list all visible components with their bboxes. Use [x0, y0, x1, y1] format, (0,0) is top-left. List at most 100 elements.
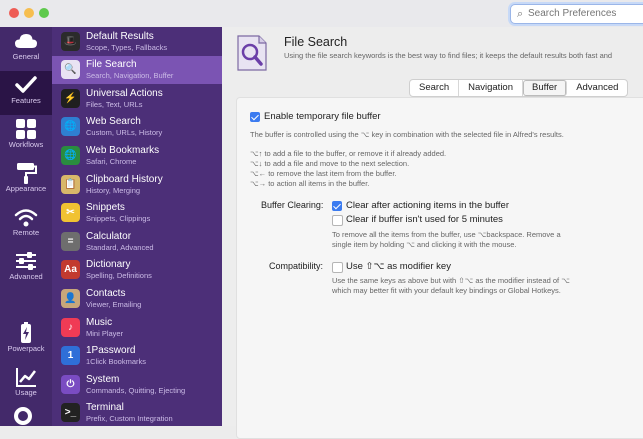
shortcut-line: ⌥↓ to add a file and move to the next se…	[250, 159, 410, 168]
tab-search[interactable]: Search	[410, 80, 460, 96]
rail-label: Workflows	[8, 140, 44, 149]
feature-title: Web Bookmarks	[86, 144, 160, 156]
rail-item-features[interactable]: Features	[0, 71, 52, 115]
feature-title: Snippets	[86, 202, 125, 214]
tab-advanced[interactable]: Advanced	[567, 80, 627, 96]
buffer-clearing-label: Buffer Clearing:	[261, 200, 324, 210]
feature-item-contacts[interactable]: 👤 Contacts Viewer, Emailing	[52, 285, 222, 313]
modifier-key-label[interactable]: Use ⇧⌥ as modifier key	[346, 261, 451, 272]
feature-title: 1Password	[86, 345, 136, 357]
feature-title: Dictionary	[86, 259, 131, 271]
shortcut-line: ⌥→ to action all items in the buffer.	[250, 179, 370, 188]
feature-subtitle: Mini Player	[86, 328, 124, 338]
feature-title: Music	[86, 316, 113, 328]
dictionary-icon: Aa	[61, 260, 80, 280]
feature-item-universal-actions[interactable]: ⚡ Universal Actions Files, Text, URLs	[52, 85, 222, 113]
title-bar: ⌕	[0, 0, 643, 28]
page-description: Using the file search keywords is the be…	[284, 51, 613, 60]
wifi-icon	[14, 209, 38, 227]
feature-item-clipboard-history[interactable]: 📋 Clipboard History History, Merging	[52, 171, 222, 199]
lifebuoy-icon[interactable]	[14, 407, 32, 425]
zoom-window-button[interactable]	[39, 8, 49, 18]
feature-item-snippets[interactable]: ✂ Snippets Snippets, Clippings	[52, 199, 222, 227]
search-icon: ⌕	[517, 8, 524, 20]
music-icon: ♪	[61, 317, 80, 337]
feature-subtitle: Scope, Types, Fallbacks	[86, 42, 168, 52]
feature-title: Web Search	[86, 116, 141, 128]
category-rail: General Features Workflows Appearance Re…	[0, 27, 52, 426]
grid-icon	[16, 119, 36, 139]
rail-label: General	[12, 52, 40, 61]
modifier-key-checkbox[interactable]	[332, 262, 343, 273]
file-search-icon: 🔍	[61, 60, 80, 80]
close-window-button[interactable]	[9, 8, 19, 18]
rail-item-appearance[interactable]: Appearance	[0, 159, 52, 203]
buffer-intro-text: The buffer is controlled using the ⌥ key…	[250, 130, 564, 139]
feature-subtitle: Spelling, Definitions	[86, 271, 152, 281]
compatibility-note: Use the same keys as above but with ⇧⌥ a…	[332, 276, 570, 285]
rail-label: Remote	[12, 228, 40, 237]
rail-item-advanced[interactable]: Advanced	[0, 247, 52, 291]
clear-after-actioning-label[interactable]: Clear after actioning items in the buffe…	[346, 200, 509, 211]
feature-title: File Search	[86, 59, 137, 71]
rail-label: Powerpack	[7, 344, 45, 353]
feature-subtitle: Search, Navigation, Buffer	[86, 71, 174, 81]
terminal-icon: >_	[61, 403, 80, 423]
feature-title: Default Results	[86, 30, 154, 42]
contacts-icon: 👤	[61, 288, 80, 308]
feature-item-web-search[interactable]: 🌐 Web Search Custom, URLs, History	[52, 113, 222, 141]
power-icon: ⏻	[61, 374, 80, 394]
paint-roller-icon	[17, 163, 37, 184]
page-title: File Search	[284, 35, 348, 49]
rail-item-remote[interactable]: Remote	[0, 203, 52, 247]
web-bookmarks-icon: 🌐	[61, 145, 80, 165]
remove-items-note: single item by holding ⌥ and clicking it…	[332, 240, 517, 249]
feature-title: Contacts	[86, 287, 126, 299]
tab-navigation[interactable]: Navigation	[459, 80, 523, 96]
feature-subtitle: Standard, Advanced	[86, 242, 154, 252]
feature-item-system[interactable]: ⏻ System Commands, Quitting, Ejecting	[52, 371, 222, 399]
feature-title: Clipboard History	[86, 173, 163, 185]
sliders-icon	[16, 252, 36, 270]
feature-item-file-search[interactable]: 🔍 File Search Search, Navigation, Buffer	[52, 56, 222, 85]
rail-item-general[interactable]: General	[0, 27, 52, 71]
clipboard-icon: 📋	[61, 174, 80, 194]
preferences-search-input[interactable]	[528, 6, 643, 20]
feature-subtitle: Custom, URLs, History	[86, 128, 163, 138]
feature-item-web-bookmarks[interactable]: 🌐 Web Bookmarks Safari, Chrome	[52, 142, 222, 170]
rail-item-workflows[interactable]: Workflows	[0, 115, 52, 159]
feature-item-1password[interactable]: 1 1Password 1Click Bookmarks	[52, 342, 222, 370]
feature-subtitle: 1Click Bookmarks	[86, 357, 147, 367]
enable-buffer-label[interactable]: Enable temporary file buffer	[264, 111, 381, 122]
feature-title: Terminal	[86, 402, 124, 414]
compatibility-label: Compatibility:	[269, 261, 324, 271]
clear-if-unused-checkbox[interactable]	[332, 215, 343, 226]
feature-subtitle: Prefix, Custom Integration	[86, 414, 173, 424]
enable-buffer-checkbox[interactable]	[250, 112, 260, 122]
rail-item-usage[interactable]: Usage	[0, 363, 52, 407]
rail-item-powerpack[interactable]: Powerpack	[0, 319, 52, 363]
file-search-icon	[237, 35, 267, 71]
feature-subtitle: Viewer, Emailing	[86, 299, 142, 309]
feature-item-terminal[interactable]: >_ Terminal Prefix, Custom Integration	[52, 399, 222, 426]
feature-item-calculator[interactable]: = Calculator Standard, Advanced	[52, 228, 222, 256]
feature-title: System	[86, 373, 120, 385]
feature-subtitle: Safari, Chrome	[86, 156, 137, 166]
clear-if-unused-label[interactable]: Clear if buffer isn't used for 5 minutes	[346, 214, 503, 225]
rail-label: Features	[11, 96, 41, 105]
compatibility-note: which may better fit with your default k…	[332, 286, 561, 295]
snippets-icon: ✂	[61, 203, 80, 223]
feature-subtitle: Files, Text, URLs	[86, 99, 143, 109]
feature-title: Calculator	[86, 230, 132, 242]
feature-item-dictionary[interactable]: Aa Dictionary Spelling, Definitions	[52, 256, 222, 284]
feature-item-music[interactable]: ♪ Music Mini Player	[52, 314, 222, 342]
minimize-window-button[interactable]	[24, 8, 34, 18]
feature-item-default-results[interactable]: 🎩 Default Results Scope, Types, Fallbacks	[52, 28, 222, 56]
universal-actions-icon: ⚡	[61, 88, 80, 108]
shortcut-line: ⌥↑ to add a file to the buffer, or remov…	[250, 149, 447, 158]
tab-bar: Search Navigation Buffer Advanced	[409, 79, 629, 97]
tab-buffer[interactable]: Buffer	[523, 80, 568, 96]
preferences-search-box[interactable]: ⌕	[510, 4, 643, 24]
magic-hat-icon: 🎩	[61, 31, 80, 51]
clear-after-actioning-checkbox[interactable]	[332, 201, 342, 211]
